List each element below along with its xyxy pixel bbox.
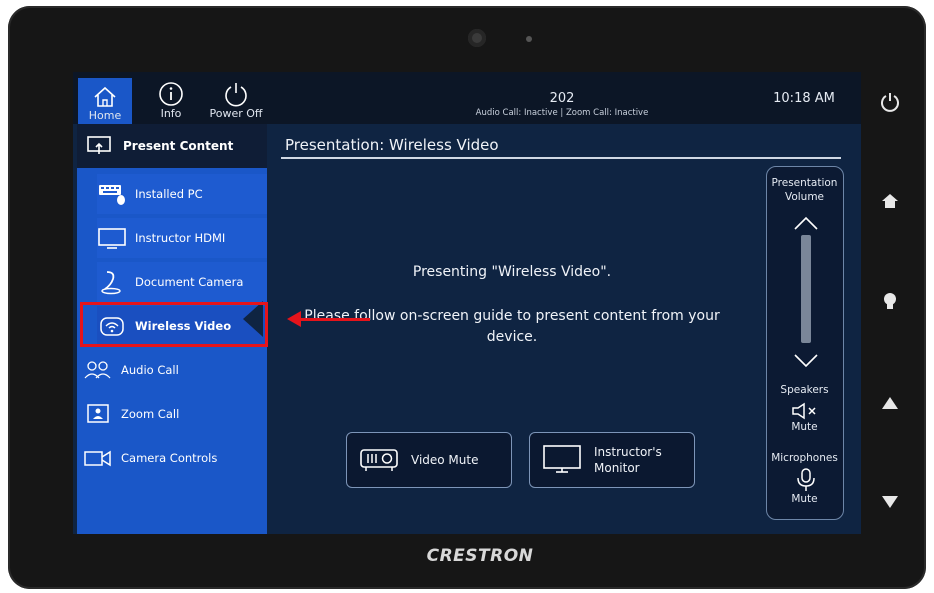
sidebar-item-label: Camera Controls [121, 451, 218, 465]
sidebar-item-installed-pc[interactable]: Installed PC [97, 174, 267, 214]
hw-light-icon[interactable] [870, 282, 910, 322]
volume-down-icon[interactable] [793, 353, 819, 369]
power-off-button[interactable]: Power Off [205, 78, 267, 122]
camera-lens [468, 29, 486, 47]
sidebar-item-zoom-call[interactable]: Zoom Call [83, 394, 179, 434]
page-title: Presentation: Wireless Video [285, 136, 499, 154]
power-off-label: Power Off [209, 107, 263, 120]
video-mute-label: Video Mute [411, 453, 479, 467]
volume-title: Presentation Volume [771, 177, 838, 203]
highlight-box [80, 302, 268, 347]
hw-power-icon[interactable] [870, 82, 910, 122]
document-camera-icon [97, 270, 127, 295]
present-content-icon [87, 136, 111, 154]
keyboard-pc-icon [97, 182, 127, 206]
info-label: Info [160, 107, 182, 120]
call-status: Audio Call: Inactive | Zoom Call: Inacti… [475, 108, 649, 118]
sidebar-item-label: Present Content [123, 139, 234, 153]
microphones-mute-button[interactable]: Mute [789, 467, 823, 511]
instructors-monitor-label: Instructor's Monitor [594, 445, 662, 475]
camera-indicator [526, 36, 532, 42]
presentation-volume-panel: Presentation Volume Speakers Mute Microp… [766, 166, 844, 520]
instruction-message: Please follow on-screen guide to present… [304, 308, 720, 345]
highlight-arrow [300, 318, 370, 321]
home-button[interactable]: Home [78, 78, 132, 124]
title-divider [281, 157, 841, 159]
microphones-mute-label: Mute [791, 493, 818, 505]
sidebar-item-document-camera[interactable]: Document Camera [97, 262, 267, 302]
speakers-mute-button[interactable]: Mute [789, 401, 823, 437]
monitor-icon [542, 443, 582, 478]
info-button[interactable]: Info [145, 78, 197, 122]
top-bar: Home Info Power Off 202 Audio Call: Inac… [73, 72, 861, 124]
hw-down-icon[interactable] [870, 482, 910, 522]
clock: 10:18 AM [773, 91, 835, 106]
highlight-arrow-head [287, 311, 301, 327]
power-icon [225, 83, 247, 107]
microphone-icon [797, 468, 815, 491]
volume-up-icon[interactable] [793, 215, 819, 231]
sidebar-item-label: Installed PC [135, 187, 203, 201]
speaker-muted-icon [792, 402, 816, 420]
speakers-label: Speakers [780, 384, 829, 396]
speakers-mute-label: Mute [791, 421, 818, 433]
monitor-icon [97, 226, 127, 250]
instructors-monitor-button[interactable]: Instructor's Monitor [529, 432, 695, 488]
projector-icon [359, 445, 399, 476]
sidebar-item-label: Document Camera [135, 275, 244, 289]
sidebar-item-instructor-hdmi[interactable]: Instructor HDMI [97, 218, 267, 258]
brand-logo: CRESTRON [426, 546, 534, 566]
sidebar-item-present-content[interactable]: Present Content [77, 124, 267, 168]
microphones-label: Microphones [771, 452, 838, 464]
camera-icon [83, 446, 113, 470]
volume-slider[interactable] [801, 235, 811, 343]
home-icon [94, 86, 116, 107]
sidebar-item-label: Audio Call [121, 363, 179, 377]
presenting-message: Presenting "Wireless Video". [412, 264, 612, 280]
info-icon [159, 82, 183, 106]
hw-up-icon[interactable] [870, 383, 910, 423]
sidebar-item-camera-controls[interactable]: Camera Controls [83, 438, 217, 478]
hw-home-icon[interactable] [870, 181, 910, 221]
sidebar-item-label: Zoom Call [121, 407, 180, 421]
sidebar-item-label: Instructor HDMI [135, 231, 226, 245]
zoom-call-icon [83, 402, 113, 426]
video-mute-button[interactable]: Video Mute [346, 432, 512, 488]
audio-call-icon [83, 358, 113, 382]
home-label: Home [88, 109, 122, 122]
sidebar-item-audio-call[interactable]: Audio Call [83, 350, 179, 390]
